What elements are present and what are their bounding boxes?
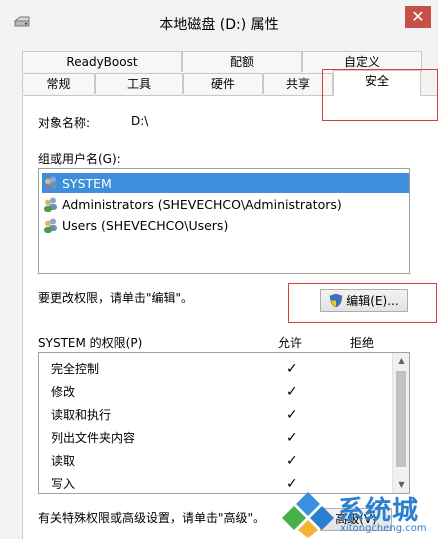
object-name-label: 对象名称: [38,116,91,130]
watermark: 系统城 xitongcheng.com [282,490,438,539]
window-title: 本地磁盘 (D:) 属性 [159,17,279,33]
user-name: Users (SHEVECHCO\Users) [62,217,229,233]
allow-check-icon: ✓ [286,361,298,377]
group-users-label: 组或用户名(G): [38,152,121,166]
permissions-list[interactable]: 完全控制 ✓ 修改 ✓ 读取和执行 ✓ 列出文件夹内容 ✓ 读取 ✓ 写入 ✓ … [38,352,410,494]
watermark-url: xitongcheng.com [340,523,427,534]
list-item-system[interactable]: SYSTEM [42,173,409,193]
permission-row-list-folder: 列出文件夹内容 [51,431,136,445]
tab-quota[interactable]: 配额 [182,51,302,72]
tab-hardware[interactable]: 硬件 [183,73,263,94]
advanced-hint: 有关特殊权限或高级设置，请单击"高级"。 [38,511,266,525]
allow-header: 允许 [278,336,303,350]
users-icon [44,176,57,191]
allow-check-icon: ✓ [286,453,298,469]
allow-check-icon: ✓ [286,384,298,400]
tab-security[interactable]: 安全 [333,70,421,96]
change-permissions-hint: 要更改权限，请单击"编辑"。 [38,291,194,305]
scroll-up-icon[interactable]: ▲ [393,353,409,369]
permissions-title: SYSTEM 的权限(P) [38,336,143,350]
permission-row-full-control: 完全控制 [51,362,100,376]
scroll-thumb[interactable] [396,371,406,467]
allow-check-icon: ✓ [286,430,298,446]
title-bar: 本地磁盘 (D:) 属性 ✕ [0,0,438,44]
tab-readyboost[interactable]: ReadyBoost [22,51,182,72]
allow-check-icon: ✓ [286,407,298,423]
deny-header: 拒绝 [350,336,375,350]
users-icon [44,218,57,233]
user-name: SYSTEM [62,175,112,191]
watermark-title: 系统城 [338,496,420,526]
watermark-logo-icon [282,492,334,538]
permission-row-read: 读取 [51,454,76,468]
object-name-value: D:\ [131,114,149,128]
close-button[interactable]: ✕ [405,6,431,28]
permission-row-write: 写入 [51,477,76,491]
permissions-scrollbar[interactable]: ▲ ▼ [392,353,409,493]
list-item-administrators[interactable]: Administrators (SHEVECHCO\Administrators… [42,194,342,214]
tab-general[interactable]: 常规 [22,73,95,94]
group-users-list[interactable]: SYSTEM Administrators (SHEVECHCO\Adminis… [38,168,410,274]
users-icon [44,197,57,212]
permission-row-modify: 修改 [51,385,76,399]
highlight-edit-button [288,283,437,323]
tab-tools[interactable]: 工具 [95,73,183,94]
user-name: Administrators (SHEVECHCO\Administrators… [62,196,342,212]
list-item-users[interactable]: Users (SHEVECHCO\Users) [42,215,228,235]
permission-row-read-execute: 读取和执行 [51,408,112,422]
